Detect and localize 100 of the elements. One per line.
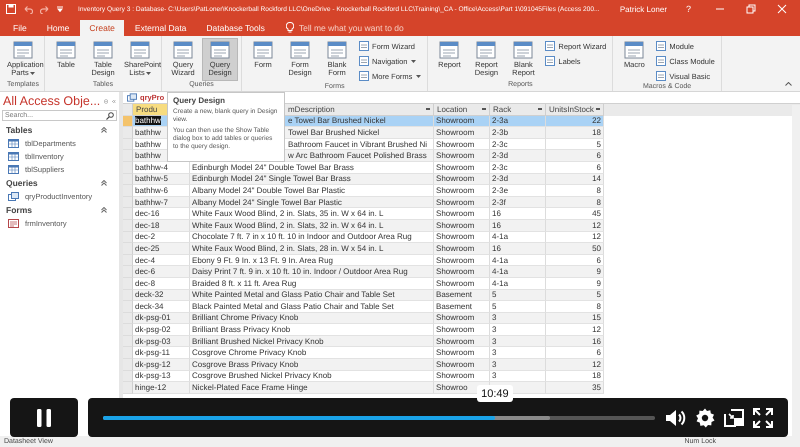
record-selector[interactable] bbox=[123, 336, 133, 348]
nav-group-header[interactable]: Queries bbox=[0, 176, 119, 190]
document-icon bbox=[545, 41, 556, 51]
table-cell: bathhw-7 bbox=[133, 196, 190, 208]
ribbon-tab[interactable]: Database Tools bbox=[197, 20, 274, 36]
record-selector[interactable] bbox=[123, 347, 133, 360]
record-selector[interactable] bbox=[123, 116, 133, 128]
record-selector[interactable] bbox=[123, 266, 133, 278]
record-selector[interactable] bbox=[123, 232, 133, 244]
table-cell: Showroom bbox=[434, 243, 490, 255]
document-icon bbox=[13, 40, 33, 60]
record-selector[interactable] bbox=[123, 162, 133, 174]
table-cell: Brilliant Brushed Nickel Privacy Knob bbox=[190, 336, 434, 348]
table-cell: 3 bbox=[490, 336, 546, 348]
form-icon bbox=[8, 219, 19, 228]
document-icon bbox=[656, 41, 666, 51]
picture-in-picture-icon[interactable] bbox=[723, 408, 745, 426]
table-cell: 14 bbox=[546, 174, 604, 186]
table-cell: Edinburgh Model 24" Single Towel Bar Brass bbox=[190, 174, 434, 186]
table-cell: Showroom bbox=[434, 150, 490, 162]
table-cell: Showroom bbox=[434, 220, 490, 232]
record-selector[interactable] bbox=[123, 254, 133, 266]
table-cell: deck-32 bbox=[133, 290, 190, 302]
nav-pane-title[interactable]: All Access Obje... bbox=[3, 94, 100, 108]
table-cell: Albany Model 24" Single Towel Bar Plastic bbox=[190, 196, 434, 208]
ribbon-tab[interactable]: Home bbox=[38, 20, 78, 36]
table-icon bbox=[8, 165, 19, 174]
table-cell: hinge-12 bbox=[133, 382, 190, 394]
document-icon bbox=[327, 40, 347, 60]
table-cell: White Faux Wood Blind, 2 in. Slats, 28 in. W x 54 in. L bbox=[190, 243, 434, 255]
record-selector[interactable] bbox=[123, 370, 133, 382]
collapse-pane-icon[interactable] bbox=[112, 98, 116, 104]
fullscreen-icon[interactable] bbox=[753, 408, 773, 428]
table-cell: 2-3a bbox=[490, 116, 546, 128]
table-cell: 8 bbox=[546, 196, 604, 208]
record-selector[interactable] bbox=[123, 382, 133, 394]
help-button[interactable]: ? bbox=[682, 4, 695, 14]
document-icon bbox=[656, 71, 666, 81]
record-selector[interactable] bbox=[123, 278, 133, 290]
nav-group-header[interactable]: Forms bbox=[0, 203, 119, 217]
table-cell: Brilliant Chrome Privacy Knob bbox=[190, 312, 434, 324]
record-selector[interactable] bbox=[123, 324, 133, 336]
record-selector[interactable] bbox=[123, 243, 133, 255]
table-cell: 16 bbox=[490, 243, 546, 255]
record-selector[interactable] bbox=[123, 127, 133, 139]
time-tooltip: 10:49 bbox=[476, 385, 513, 402]
record-selector[interactable] bbox=[123, 312, 133, 324]
table-cell: 2-3f bbox=[490, 196, 546, 208]
document-icon bbox=[290, 40, 310, 60]
document-icon bbox=[359, 71, 369, 81]
table-cell: Showroom bbox=[434, 196, 490, 208]
record-selector[interactable] bbox=[123, 185, 133, 197]
document-icon bbox=[624, 40, 644, 60]
table-cell: 5 bbox=[490, 290, 546, 302]
table-cell: dec-25 bbox=[133, 243, 190, 255]
table-cell: 4-1a bbox=[490, 266, 546, 278]
settings-icon[interactable] bbox=[695, 408, 715, 428]
ribbon-tab[interactable]: Create bbox=[80, 20, 124, 36]
table-cell: dk-psg-03 bbox=[133, 336, 190, 348]
record-selector[interactable] bbox=[123, 196, 133, 208]
record-selector[interactable] bbox=[123, 208, 133, 220]
table-cell: dec-18 bbox=[133, 220, 190, 232]
user-name[interactable]: Patrick Loner bbox=[620, 4, 667, 14]
close-icon[interactable] bbox=[777, 4, 787, 14]
table-cell: 5 bbox=[546, 290, 604, 302]
volume-icon[interactable] bbox=[665, 408, 687, 428]
lightbulb-icon bbox=[286, 22, 294, 33]
ribbon-tab[interactable]: External Data bbox=[126, 20, 196, 36]
pause-icon bbox=[37, 408, 51, 426]
table-cell: 35 bbox=[546, 382, 604, 394]
record-selector[interactable] bbox=[123, 359, 133, 371]
table-cell: Showroom bbox=[434, 266, 490, 278]
table-cell: Showroom bbox=[434, 359, 490, 371]
record-selector[interactable] bbox=[123, 301, 133, 313]
table-cell: White Faux Wood Blind, 2 in. Slats, 32 in. W x 64 in. L bbox=[190, 220, 434, 232]
redo-icon[interactable] bbox=[40, 4, 50, 14]
collapse-ribbon-icon[interactable] bbox=[785, 82, 792, 86]
customize-icon[interactable] bbox=[57, 6, 63, 12]
nav-group-header[interactable]: Tables bbox=[0, 123, 119, 137]
record-selector[interactable] bbox=[123, 174, 133, 186]
table-cell: 9 bbox=[546, 266, 604, 278]
record-selector[interactable] bbox=[123, 138, 133, 150]
vertical-scrollbar[interactable] bbox=[792, 105, 800, 436]
record-selector[interactable] bbox=[123, 220, 133, 232]
record-selector[interactable] bbox=[123, 290, 133, 302]
table-cell: Showroom bbox=[434, 116, 490, 128]
dropdown-icon[interactable] bbox=[104, 96, 108, 106]
table-cell: 6 bbox=[546, 150, 604, 162]
restore-icon[interactable] bbox=[746, 4, 756, 14]
document-icon bbox=[130, 40, 150, 60]
document-icon bbox=[656, 56, 666, 66]
table-cell: 12 bbox=[546, 359, 604, 371]
progress-slider[interactable] bbox=[103, 416, 655, 420]
record-selector[interactable] bbox=[123, 150, 133, 162]
pause-button[interactable] bbox=[10, 398, 78, 437]
query-icon bbox=[8, 192, 19, 201]
save-icon[interactable] bbox=[6, 4, 16, 14]
table-cell: 18 bbox=[546, 127, 604, 139]
ribbon-tab[interactable]: File bbox=[4, 20, 36, 36]
undo-icon[interactable] bbox=[23, 4, 33, 14]
